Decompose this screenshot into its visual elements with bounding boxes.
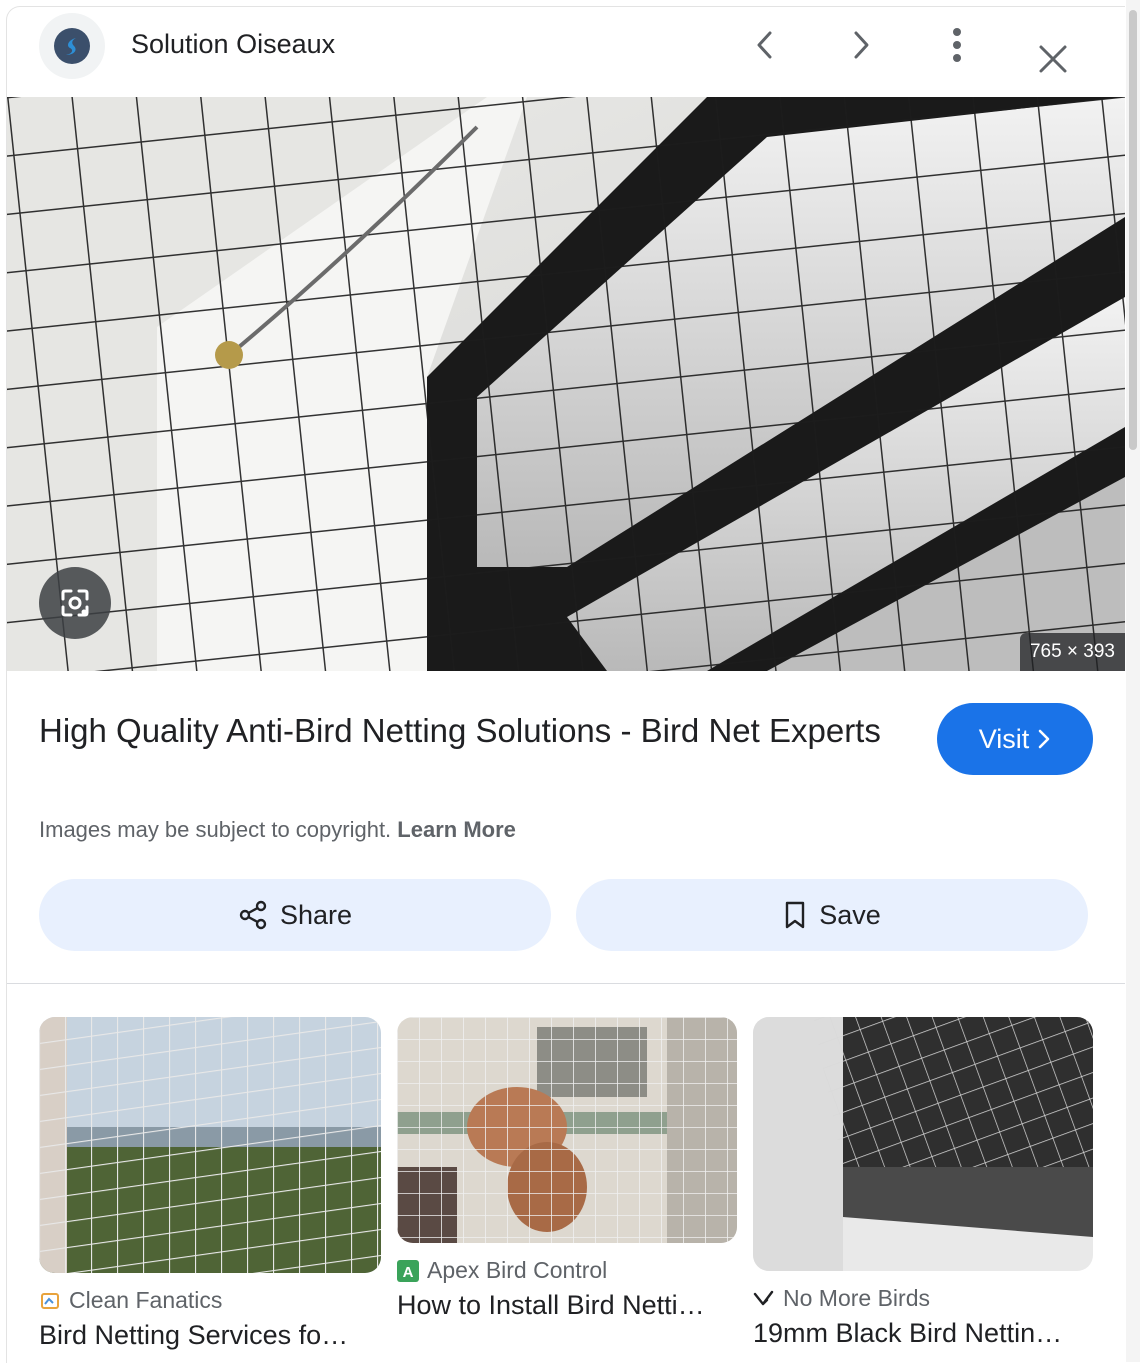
share-label: Share [279, 899, 353, 930]
bird-netting-photo [7, 97, 1125, 671]
next-button[interactable] [837, 21, 885, 69]
close-button[interactable] [1029, 35, 1077, 83]
black-netting-ceiling-photo [753, 1017, 1093, 1271]
chevron-left-icon [757, 31, 772, 59]
image-dimensions: 765 × 393 [1019, 633, 1125, 671]
related-source[interactable]: A Apex Bird Control [397, 1257, 737, 1284]
scrollbar-thumb[interactable] [1129, 10, 1137, 450]
related-thumbnail[interactable] [397, 1017, 737, 1243]
related-result-card[interactable]: No More Birds 19mm Black Bird Nettin… [753, 1017, 1093, 1349]
more-options-button[interactable] [933, 21, 981, 69]
netting-balcony-photo [39, 1017, 381, 1273]
related-source-name: No More Birds [783, 1285, 930, 1311]
related-caption[interactable]: 19mm Black Bird Nettin… [753, 1318, 1093, 1349]
share-icon [239, 900, 267, 930]
related-caption[interactable]: Bird Netting Services fo… [39, 1320, 381, 1351]
related-result-card[interactable]: A Apex Bird Control How to Install Bird … [397, 1017, 737, 1321]
copyright-notice: Images may be subject to copyright. Lear… [39, 817, 516, 843]
save-label: Save [819, 899, 881, 930]
chevron-right-icon [854, 31, 869, 59]
site-logo-icon [54, 28, 90, 64]
result-title[interactable]: High Quality Anti-Bird Netting Solutions… [39, 707, 889, 755]
visit-label: Visit [978, 723, 1030, 754]
related-result-card[interactable]: Clean Fanatics Bird Netting Services fo… [39, 1017, 381, 1351]
google-lens-button[interactable] [39, 567, 111, 639]
related-caption[interactable]: How to Install Bird Netti… [397, 1290, 737, 1321]
installing-netting-photo [397, 1017, 737, 1243]
share-button[interactable]: Share [39, 879, 551, 951]
related-thumbnail[interactable] [39, 1017, 381, 1273]
apex-favicon-icon: A [397, 1259, 419, 1282]
image-preview-panel: Solution Oiseaux 765 × 393 High Quality … [6, 6, 1125, 1363]
svg-text:A: A [403, 1264, 414, 1281]
chevron-right-icon [1038, 729, 1050, 749]
section-divider [7, 983, 1125, 984]
close-icon [1039, 45, 1067, 73]
copyright-text: Images may be subject to copyright. [39, 817, 392, 842]
related-source-name: Apex Bird Control [427, 1257, 608, 1283]
lens-icon [61, 589, 89, 617]
scrollbar[interactable] [1126, 0, 1140, 1362]
site-favicon[interactable] [39, 13, 105, 79]
preview-image[interactable]: 765 × 393 [7, 97, 1125, 671]
learn-more-link[interactable]: Learn More [397, 817, 516, 842]
preview-header: Solution Oiseaux [7, 7, 1125, 97]
bookmark-icon [786, 901, 805, 929]
no-more-birds-favicon-icon [753, 1288, 775, 1310]
clean-fanatics-favicon-icon [39, 1290, 61, 1312]
site-name[interactable]: Solution Oiseaux [131, 29, 335, 60]
visit-button[interactable]: Visit [937, 703, 1093, 775]
related-thumbnail[interactable] [753, 1017, 1093, 1271]
save-button[interactable]: Save [576, 879, 1088, 951]
related-source-name: Clean Fanatics [69, 1287, 223, 1313]
related-source[interactable]: No More Birds [753, 1285, 1093, 1312]
related-source[interactable]: Clean Fanatics [39, 1287, 381, 1314]
previous-button[interactable] [741, 21, 789, 69]
more-vert-icon [953, 28, 961, 62]
